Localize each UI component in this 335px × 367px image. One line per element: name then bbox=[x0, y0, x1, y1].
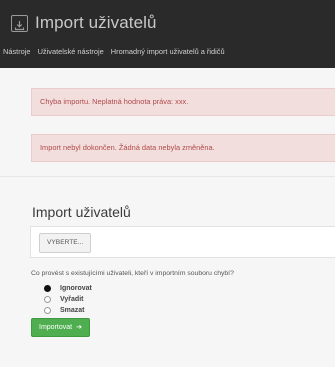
missing-users-options: Ignorovat Vyřadit Smazat bbox=[44, 283, 92, 316]
option-delete-label: Smazat bbox=[60, 307, 85, 314]
option-ignore-label: Ignorovat bbox=[60, 285, 92, 292]
option-delete[interactable]: Smazat bbox=[44, 305, 92, 316]
choose-file-button[interactable]: VYBERTE... bbox=[39, 233, 92, 253]
title-row: Import uživatelů bbox=[11, 12, 157, 34]
section-divider bbox=[0, 176, 335, 177]
option-ignore[interactable]: Ignorovat bbox=[44, 283, 92, 294]
error-alert-not-completed: Import nebyl dokončen. Žádná data nebyla… bbox=[31, 134, 335, 162]
file-select-panel: VYBERTE... bbox=[30, 226, 335, 258]
page-title: Import uživatelů bbox=[35, 13, 157, 32]
radio-deactivate[interactable] bbox=[44, 296, 51, 303]
option-deactivate[interactable]: Vyřadit bbox=[44, 294, 92, 305]
radio-delete[interactable] bbox=[44, 307, 51, 314]
import-heading: Import uživatelů bbox=[32, 204, 131, 220]
breadcrumb-item-tools[interactable]: Nástroje bbox=[3, 47, 31, 56]
arrow-right-icon: ➔ bbox=[76, 324, 82, 331]
import-icon bbox=[11, 14, 28, 32]
breadcrumb-item-user-tools[interactable]: Uživatelské nástroje bbox=[38, 47, 104, 56]
missing-users-question: Co provést s existujícími uživateli, kte… bbox=[31, 270, 234, 277]
radio-ignore[interactable] bbox=[44, 285, 51, 292]
import-submit-button[interactable]: Importovat ➔ bbox=[31, 318, 90, 337]
page: Import uživatelů Nástroje Uživatelské ná… bbox=[0, 0, 335, 367]
error-alert-import: Chyba importu. Neplatná hodnota práva: x… bbox=[31, 88, 335, 116]
breadcrumb-item-bulk-import[interactable]: Hromadný import uživatelů a řidičů bbox=[111, 47, 225, 56]
import-submit-label: Importovat bbox=[39, 324, 73, 331]
top-bar: Import uživatelů Nástroje Uživatelské ná… bbox=[0, 0, 335, 68]
option-deactivate-label: Vyřadit bbox=[60, 296, 84, 303]
breadcrumb: Nástroje Uživatelské nástroje Hromadný i… bbox=[3, 47, 230, 56]
